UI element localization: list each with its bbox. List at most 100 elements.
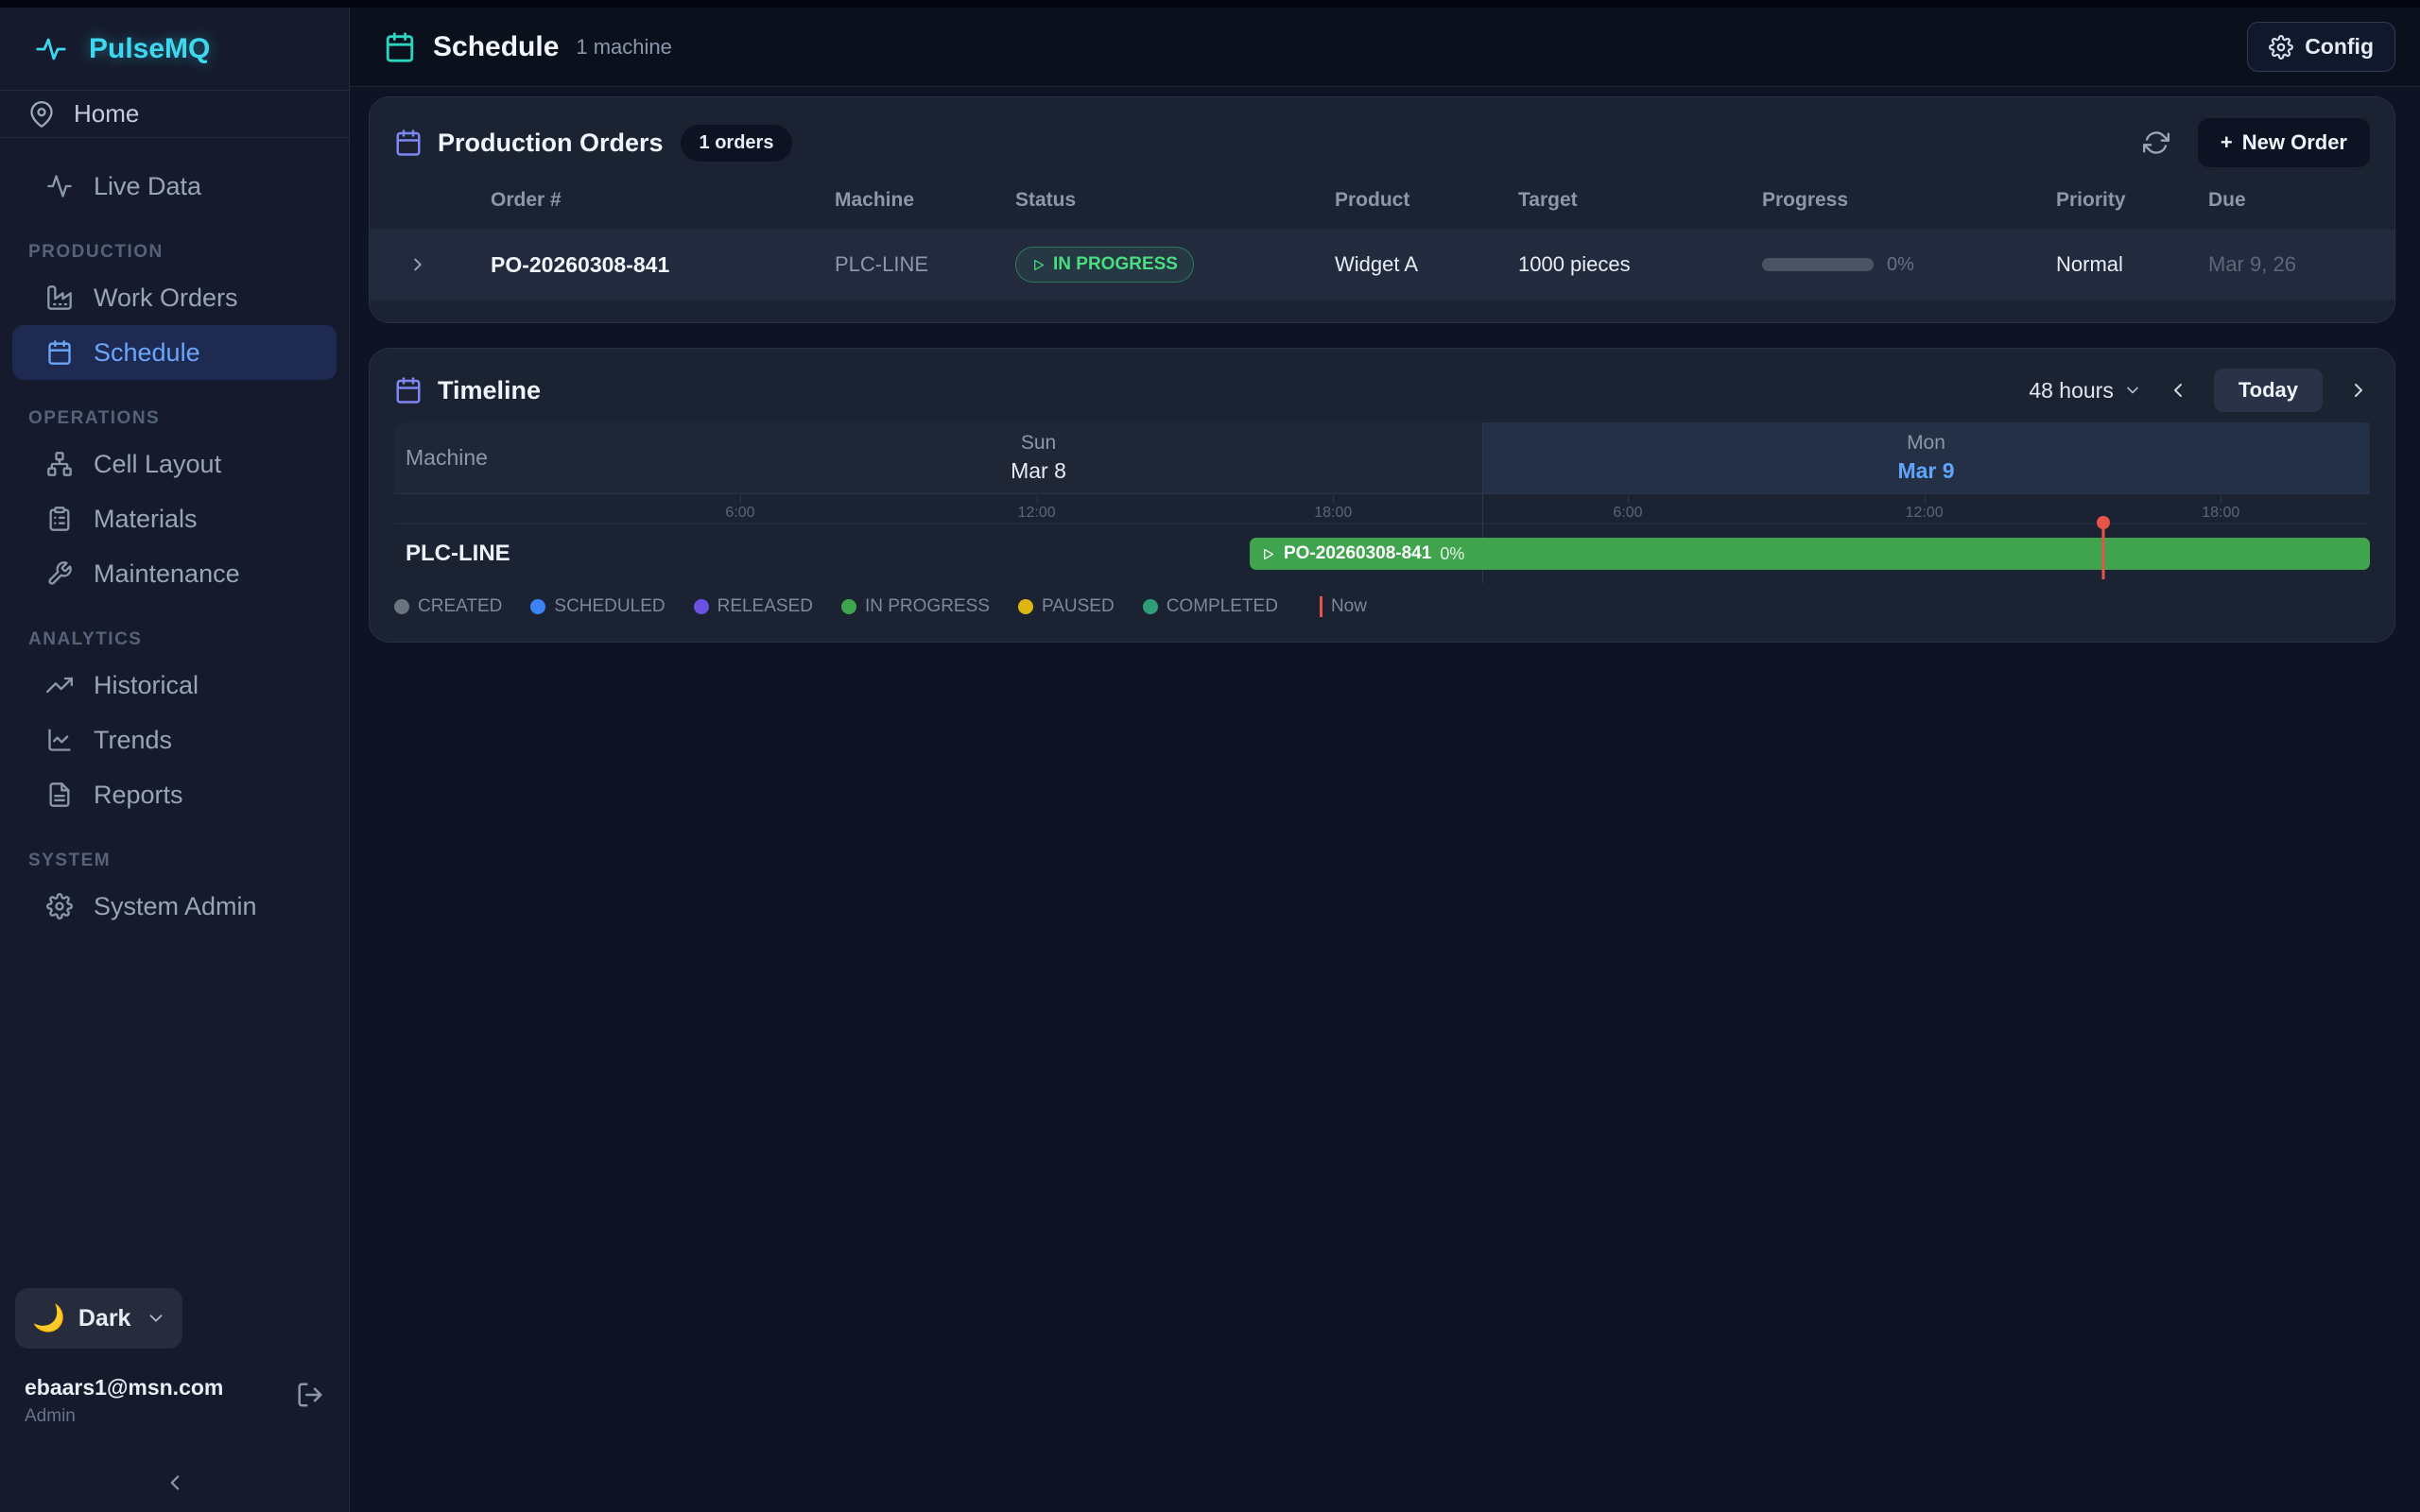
col-product: Product [1335, 189, 1518, 212]
clipboard-icon [46, 506, 73, 532]
sidebar-section-analytics: ANALYTICS [28, 629, 349, 650]
legend-released: RELEASED [694, 596, 813, 617]
user-role: Admin [25, 1406, 223, 1427]
tick-gridline [740, 494, 741, 504]
progress-percent: 0% [1887, 254, 1914, 276]
hierarchy-icon [46, 451, 73, 477]
tick-label: 12:00 [1018, 505, 1056, 522]
legend-paused: PAUSED [1018, 596, 1115, 617]
legend-created: CREATED [394, 596, 502, 617]
tick-gridline [1925, 494, 1926, 504]
sidebar-item-label: Reports [94, 781, 183, 810]
orders-title: Production Orders [438, 129, 664, 158]
orders-card-header: Production Orders 1 orders + New Order [394, 120, 2370, 165]
today-button[interactable]: Today [2214, 369, 2323, 412]
sidebar-nav: Live Data PRODUCTION Work Orders Schedul… [0, 138, 349, 1288]
plus-icon: + [2221, 130, 2233, 155]
sidebar-item-trends[interactable]: Trends [12, 713, 337, 767]
order-due: Mar 9, 26 [2208, 252, 2370, 277]
sidebar-item-home[interactable]: Home [0, 91, 349, 138]
new-order-button[interactable]: + New Order [2198, 118, 2370, 167]
day-header-mon: Mon Mar 9 [1482, 422, 2370, 493]
timeline-title: Timeline [438, 376, 541, 405]
order-progress: 0% [1762, 254, 2056, 276]
sidebar-item-label: Cell Layout [94, 450, 221, 479]
order-priority: Normal [2056, 252, 2208, 277]
chevron-right-icon[interactable] [407, 254, 491, 275]
prev-button[interactable] [2167, 379, 2189, 402]
logout-icon[interactable] [296, 1381, 324, 1409]
col-priority: Priority [2056, 189, 2208, 212]
sidebar-item-system-admin[interactable]: System Admin [12, 879, 337, 934]
timeline-controls: 48 hours Today [2029, 369, 2370, 412]
sidebar-item-reports[interactable]: Reports [12, 767, 337, 822]
user-email: ebaars1@msn.com [25, 1375, 223, 1400]
sidebar-item-historical[interactable]: Historical [12, 658, 337, 713]
sidebar-item-label: Maintenance [94, 559, 240, 589]
play-icon [1261, 547, 1275, 561]
sidebar-item-cell-layout[interactable]: Cell Layout [12, 437, 337, 491]
moon-icon: 🌙 [32, 1305, 65, 1332]
now-tick [1320, 596, 1322, 617]
tick-label: 18:00 [1314, 505, 1352, 522]
tick-gridline [1628, 494, 1629, 504]
top-strip [0, 0, 2420, 8]
tick-gridline [1037, 494, 1038, 504]
main-content: Schedule 1 machine Config Production Ord… [350, 0, 2420, 1512]
gantt-bar[interactable]: PO-20260308-841 0% [1250, 538, 2370, 570]
table-row[interactable]: PO-20260308-841 PLC-LINE IN PROGRESS Wid… [370, 230, 2394, 300]
col-machine: Machine [835, 189, 1015, 212]
brand-logo: PulseMQ [0, 8, 349, 91]
production-orders-card: Production Orders 1 orders + New Order O… [369, 96, 2395, 323]
next-button[interactable] [2347, 379, 2370, 402]
wrench-icon [46, 560, 73, 587]
sidebar-collapse-button[interactable] [0, 1470, 349, 1495]
col-progress: Progress [1762, 189, 2056, 212]
tick-row: 6:00 12:00 18:00 6:00 12:00 18:00 [394, 494, 2370, 524]
day-header-sun: Sun Mar 8 [595, 422, 1482, 493]
order-product: Widget A [1335, 252, 1518, 277]
play-icon [1031, 258, 1046, 272]
page-title: Schedule [433, 31, 559, 63]
legend-completed: COMPLETED [1143, 596, 1278, 617]
sidebar-section-operations: OPERATIONS [28, 408, 349, 429]
brand-name: PulseMQ [89, 33, 210, 65]
sidebar-footer: 🌙 Dark ebaars1@msn.com Admin [0, 1288, 349, 1512]
day-header-band: Machine Sun Mar 8 Mon Mar 9 [394, 422, 2370, 494]
sidebar-item-maintenance[interactable]: Maintenance [12, 546, 337, 601]
timeline-header: Timeline 48 hours Today [394, 369, 2370, 411]
legend-scheduled: SCHEDULED [530, 596, 665, 617]
now-marker-dot [2097, 516, 2110, 529]
config-button[interactable]: Config [2247, 22, 2395, 72]
sidebar-item-live-data[interactable]: Live Data [12, 159, 337, 214]
sidebar: PulseMQ Home Live Data PRODUCTION Work O… [0, 0, 350, 1512]
user-block: ebaars1@msn.com Admin [0, 1375, 349, 1427]
sidebar-item-label: Work Orders [94, 284, 238, 313]
sidebar-item-label: Home [74, 99, 139, 129]
sidebar-item-label: Materials [94, 505, 198, 534]
gantt-bar-progress: 0% [1440, 544, 1464, 564]
col-status: Status [1015, 189, 1335, 212]
col-due: Due [2208, 189, 2370, 212]
gear-icon [46, 893, 73, 919]
sidebar-item-work-orders[interactable]: Work Orders [12, 270, 337, 325]
range-dropdown[interactable]: 48 hours [2029, 378, 2142, 404]
theme-toggle[interactable]: 🌙 Dark [15, 1288, 182, 1349]
new-order-label: New Order [2242, 130, 2347, 155]
tick-label: 12:00 [1906, 505, 1944, 522]
tick-label: 6:00 [1613, 505, 1642, 522]
calendar-icon [394, 129, 423, 157]
col-order: Order # [491, 189, 835, 212]
orders-table-header: Order # Machine Status Product Target Pr… [394, 179, 2370, 222]
trending-up-icon [46, 672, 73, 698]
sidebar-item-schedule[interactable]: Schedule [12, 325, 337, 380]
refresh-icon[interactable] [2143, 129, 2169, 156]
sidebar-item-label: Trends [94, 726, 172, 755]
sidebar-section-system: SYSTEM [28, 850, 349, 871]
sidebar-item-materials[interactable]: Materials [12, 491, 337, 546]
map-pin-icon [28, 101, 55, 128]
now-marker-line [2102, 522, 2105, 579]
config-label: Config [2305, 34, 2374, 60]
sidebar-item-label: System Admin [94, 892, 257, 921]
machine-name: PLC-LINE [394, 524, 595, 583]
